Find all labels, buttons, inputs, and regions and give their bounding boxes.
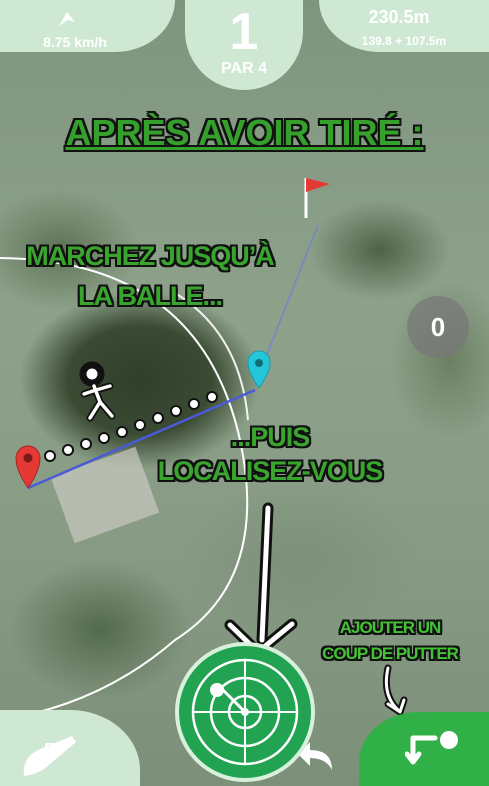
walk-dot	[170, 405, 182, 417]
walk-dot	[62, 444, 74, 456]
step2-line1: ...PUIS	[230, 422, 311, 452]
step3-text: AJOUTER UN COUP DE PUTTER	[300, 615, 480, 667]
radar-locate-icon	[191, 658, 299, 766]
add-putt-icon	[405, 731, 458, 765]
heading-arrow-icon	[59, 12, 75, 26]
walk-dot	[44, 450, 56, 462]
curved-arrow-annotation	[382, 664, 408, 716]
speed-value: 8.75 km/h	[43, 34, 107, 50]
step2-line2: LOCALISEZ-VOUS	[157, 456, 384, 486]
step1-line1: MARCHEZ JUSQU’À	[26, 241, 275, 271]
red-marker-icon[interactable]	[15, 445, 41, 489]
hole-number: 1	[229, 3, 259, 61]
distance-value: 230.5m	[368, 7, 430, 27]
tutorial-title: APRÈS AVOIR TIRÉ :	[65, 112, 424, 153]
step1-line2: LA BALLE...	[78, 281, 223, 311]
walk-dot	[206, 391, 218, 403]
step1-text: MARCHEZ JUSQU’À LA BALLE...	[0, 236, 300, 316]
walk-dot	[98, 432, 110, 444]
distance-split: 139.8 + 107.5m	[361, 34, 447, 48]
club-number: 5	[44, 740, 55, 760]
walk-dot	[116, 426, 128, 438]
shot-counter-button[interactable]: 0	[407, 296, 469, 358]
step3-line2: COUP DE PUTTER	[322, 644, 459, 663]
down-arrow-annotation	[224, 502, 298, 658]
walk-dot	[188, 398, 200, 410]
walking-person-icon-fill	[82, 384, 114, 420]
walk-dot	[80, 438, 92, 450]
par-label: PAR 4	[221, 60, 267, 77]
step2-text: ...PUIS LOCALISEZ-VOUS	[130, 420, 410, 488]
cyan-marker-icon[interactable]	[247, 350, 271, 389]
pin-flag-icon	[304, 178, 330, 218]
step3-line1: AJOUTER UN	[339, 618, 442, 637]
